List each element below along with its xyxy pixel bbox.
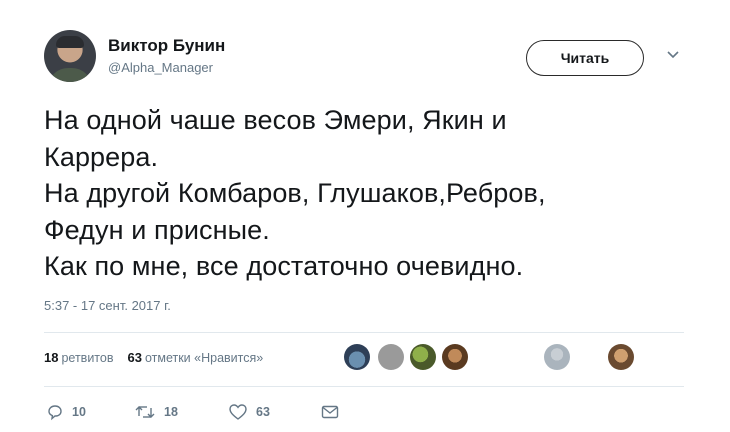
retweet-action[interactable]: 18 — [134, 403, 178, 421]
liker-avatar[interactable] — [608, 344, 634, 370]
likes-label: отметки «Нравится» — [144, 351, 264, 365]
like-action[interactable]: 63 — [228, 403, 270, 421]
author-avatar[interactable] — [44, 30, 96, 82]
likes-count: 63 — [127, 350, 142, 365]
tweet-stats: 18 ретвитов 63 отметки «Нравится» — [44, 350, 263, 365]
avatar-hair — [56, 36, 84, 48]
liker-avatar[interactable] — [410, 344, 436, 370]
liker-avatar[interactable] — [344, 344, 370, 370]
reply-icon — [48, 405, 62, 421]
liker-avatar[interactable] — [442, 344, 468, 370]
mail-icon — [321, 405, 339, 419]
reply-count: 10 — [72, 405, 86, 419]
avatar-shirt — [48, 68, 92, 82]
divider-bottom — [44, 386, 684, 387]
retweets-stat[interactable]: 18 ретвитов — [44, 350, 113, 365]
retweet-count: 18 — [164, 405, 178, 419]
dm-action[interactable] — [320, 403, 340, 421]
retweet-icon — [135, 406, 155, 418]
tweet-text: На одной чаше весов Эмери, Якин и Каррер… — [44, 105, 546, 281]
likers-avatars — [340, 344, 640, 374]
likes-stat[interactable]: 63 отметки «Нравится» — [127, 350, 263, 365]
author-handle[interactable]: @Alpha_Manager — [108, 60, 213, 75]
divider-top — [44, 332, 684, 333]
tweet-timestamp[interactable]: 5:37 - 17 сент. 2017 г. — [44, 298, 171, 313]
retweets-count: 18 — [44, 350, 59, 365]
reply-action[interactable]: 10 — [46, 403, 86, 421]
liker-avatar[interactable] — [378, 344, 404, 370]
retweets-label: ретвитов — [61, 351, 114, 365]
follow-button[interactable]: Читать — [526, 40, 644, 76]
liker-avatar[interactable] — [544, 344, 570, 370]
author-display-name[interactable]: Виктор Бунин — [108, 36, 225, 56]
like-count: 63 — [256, 405, 270, 419]
heart-icon — [229, 404, 247, 420]
chevron-down-icon[interactable] — [666, 50, 680, 60]
